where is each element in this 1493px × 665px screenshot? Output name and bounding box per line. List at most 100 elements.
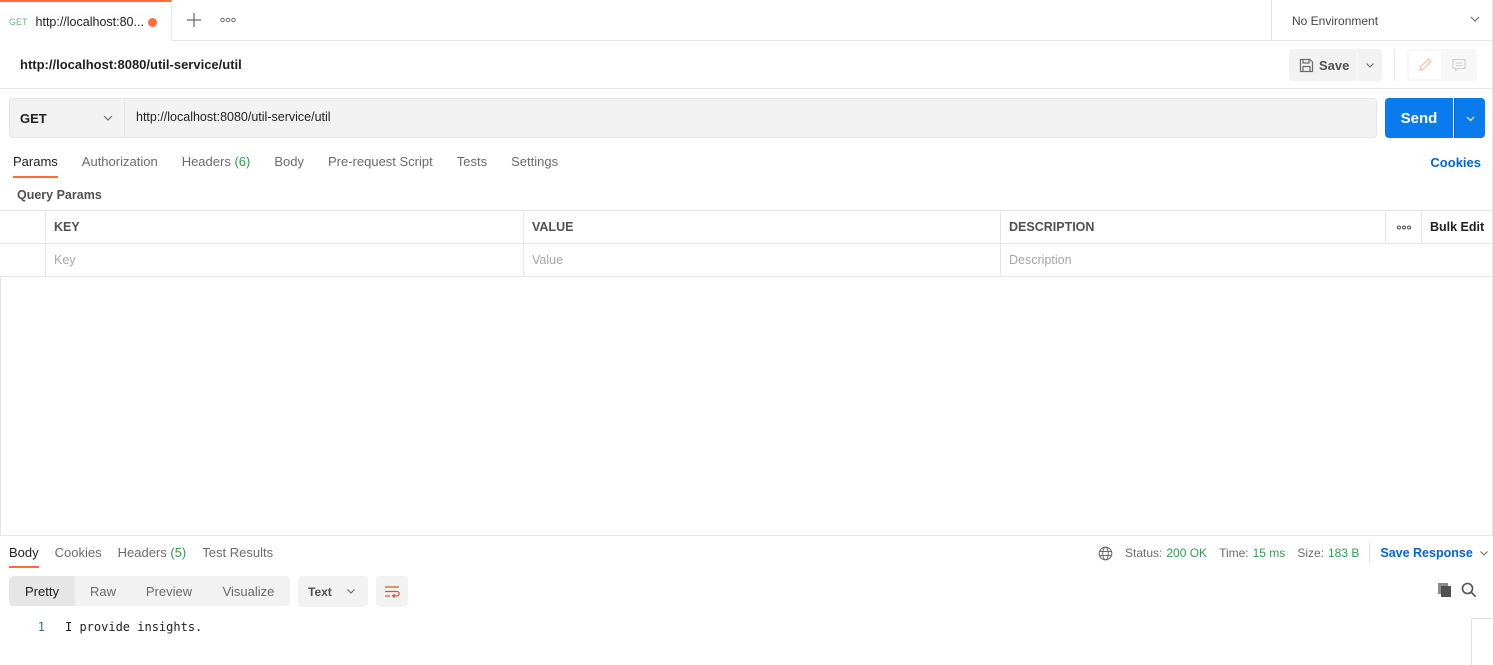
environment-label: No Environment	[1292, 13, 1379, 28]
response-tab-test-results[interactable]: Test Results	[202, 545, 273, 568]
tab-authorization[interactable]: Authorization	[82, 154, 158, 178]
tab-tests[interactable]: Tests	[457, 154, 487, 178]
more-horizontal-icon	[220, 17, 236, 23]
description-column-header: DESCRIPTION	[1000, 211, 1385, 243]
request-tab-title: http://localhost:80...	[35, 14, 144, 29]
copy-icon	[1438, 583, 1451, 597]
save-label: Save	[1319, 57, 1350, 73]
chevron-down-icon	[1479, 551, 1488, 556]
status-label: Status:	[1125, 546, 1163, 560]
save-button[interactable]: Save	[1289, 49, 1357, 81]
tab-headers[interactable]: Headers (6)	[182, 154, 251, 178]
value-input[interactable]: Value	[523, 244, 1001, 276]
pane-resize-handle[interactable]	[0, 535, 1493, 536]
tab-body[interactable]: Body	[274, 154, 304, 178]
url-bar: GET	[9, 98, 1377, 138]
pencil-icon	[1419, 58, 1432, 71]
more-tabs-button[interactable]	[220, 10, 238, 30]
method-value: GET	[20, 110, 47, 126]
time-label: Time:	[1219, 546, 1249, 560]
language-value: Text	[308, 584, 332, 599]
wrap-lines-icon	[385, 585, 400, 598]
more-horizontal-icon	[1396, 225, 1411, 229]
response-tabs: Body Cookies Headers (5) Test Results	[9, 545, 289, 569]
request-tab[interactable]: GET http://localhost:80...	[0, 0, 172, 41]
format-pretty[interactable]: Pretty	[9, 576, 75, 606]
size-value[interactable]: 183 B	[1328, 546, 1359, 560]
response-meta: Status: 200 OK Time: 15 ms Size: 183 B S…	[1098, 542, 1489, 564]
tab-label: Headers	[181, 154, 231, 169]
tab-label: Cookies	[54, 545, 102, 560]
params-table: KEY VALUE DESCRIPTION Bulk Edit Key Valu…	[0, 210, 1493, 277]
plus-icon	[187, 13, 201, 27]
cookies-link[interactable]: Cookies	[1430, 155, 1481, 170]
copy-button[interactable]	[1437, 582, 1453, 598]
time-value[interactable]: 15 ms	[1253, 546, 1286, 560]
params-header-row: KEY VALUE DESCRIPTION Bulk Edit	[0, 211, 1493, 244]
tab-label: Body	[9, 545, 39, 560]
search-icon	[1461, 582, 1477, 598]
request-name[interactable]: http://localhost:8080/util-service/util	[20, 57, 242, 72]
chevron-down-icon	[1366, 63, 1374, 68]
chevron-down-icon	[347, 589, 355, 594]
globe-icon[interactable]	[1098, 546, 1113, 561]
send-options-button[interactable]	[1454, 98, 1485, 138]
headers-count: (6)	[234, 154, 251, 169]
response-body-editor[interactable]: 1 I provide insights.	[0, 618, 1470, 665]
comment-icon	[1452, 58, 1466, 72]
key-input[interactable]: Key	[45, 244, 523, 276]
comments-button[interactable]	[1445, 51, 1473, 79]
search-button[interactable]	[1461, 582, 1477, 598]
status-value[interactable]: 200 OK	[1166, 546, 1207, 560]
row-checkbox-cell	[0, 244, 46, 276]
format-raw[interactable]: Raw	[75, 576, 131, 606]
description-input[interactable]: Description	[1000, 244, 1493, 276]
tab-settings[interactable]: Settings	[511, 154, 558, 178]
chevron-down-icon	[1470, 16, 1480, 22]
method-select[interactable]: GET	[10, 99, 125, 137]
new-tab-button[interactable]	[184, 10, 204, 30]
environment-select[interactable]: No Environment	[1271, 0, 1493, 41]
column-options-button[interactable]	[1385, 211, 1421, 243]
response-tab-cookies[interactable]: Cookies	[55, 545, 102, 568]
value-column-header: VALUE	[523, 211, 1001, 243]
tab-params[interactable]: Params	[13, 154, 58, 178]
format-visualize[interactable]: Visualize	[207, 576, 290, 606]
tab-label: Body	[274, 154, 304, 169]
query-params-heading: Query Params	[17, 188, 102, 202]
url-input[interactable]	[136, 110, 1336, 124]
size-label: Size:	[1297, 546, 1324, 560]
headers-count: (5)	[170, 545, 187, 560]
divider	[1394, 49, 1395, 81]
tab-bar: GET http://localhost:80... No Environmen…	[0, 0, 1493, 41]
format-preview[interactable]: Preview	[131, 576, 207, 606]
tab-label: Pre-request Script	[327, 154, 433, 169]
save-options-button[interactable]	[1358, 49, 1382, 81]
save-icon	[1299, 58, 1314, 72]
language-select[interactable]: Text	[298, 576, 368, 607]
tab-label: Headers	[117, 545, 167, 560]
tab-label: Params	[13, 154, 58, 169]
response-tab-body[interactable]: Body	[9, 545, 39, 568]
edit-button[interactable]	[1409, 51, 1441, 79]
divider	[1369, 542, 1371, 564]
format-segmented-control: Pretty Raw Preview Visualize	[9, 576, 290, 606]
bulk-edit-button[interactable]: Bulk Edit	[1421, 211, 1493, 243]
tab-label: Authorization	[81, 154, 158, 169]
request-name-row: http://localhost:8080/util-service/util …	[0, 41, 1493, 89]
send-button[interactable]: Send	[1385, 98, 1453, 138]
response-tab-headers[interactable]: Headers (5)	[118, 545, 187, 568]
save-response-button[interactable]: Save Response	[1380, 546, 1488, 560]
table-row: Key Value Description	[0, 244, 1493, 277]
wrap-lines-button[interactable]	[376, 576, 408, 607]
save-response-label: Save Response	[1380, 546, 1473, 560]
send-label: Send	[1400, 109, 1438, 127]
unsaved-indicator-icon	[148, 18, 157, 27]
editor-scrollbar[interactable]	[1471, 618, 1493, 665]
line-number: 1	[37, 620, 45, 634]
request-actions	[1407, 49, 1477, 81]
tab-label: Tests	[456, 154, 488, 169]
tab-pre-request-script[interactable]: Pre-request Script	[328, 154, 433, 178]
code-line: I provide insights.	[65, 620, 203, 634]
tab-label: Test Results	[202, 545, 274, 560]
